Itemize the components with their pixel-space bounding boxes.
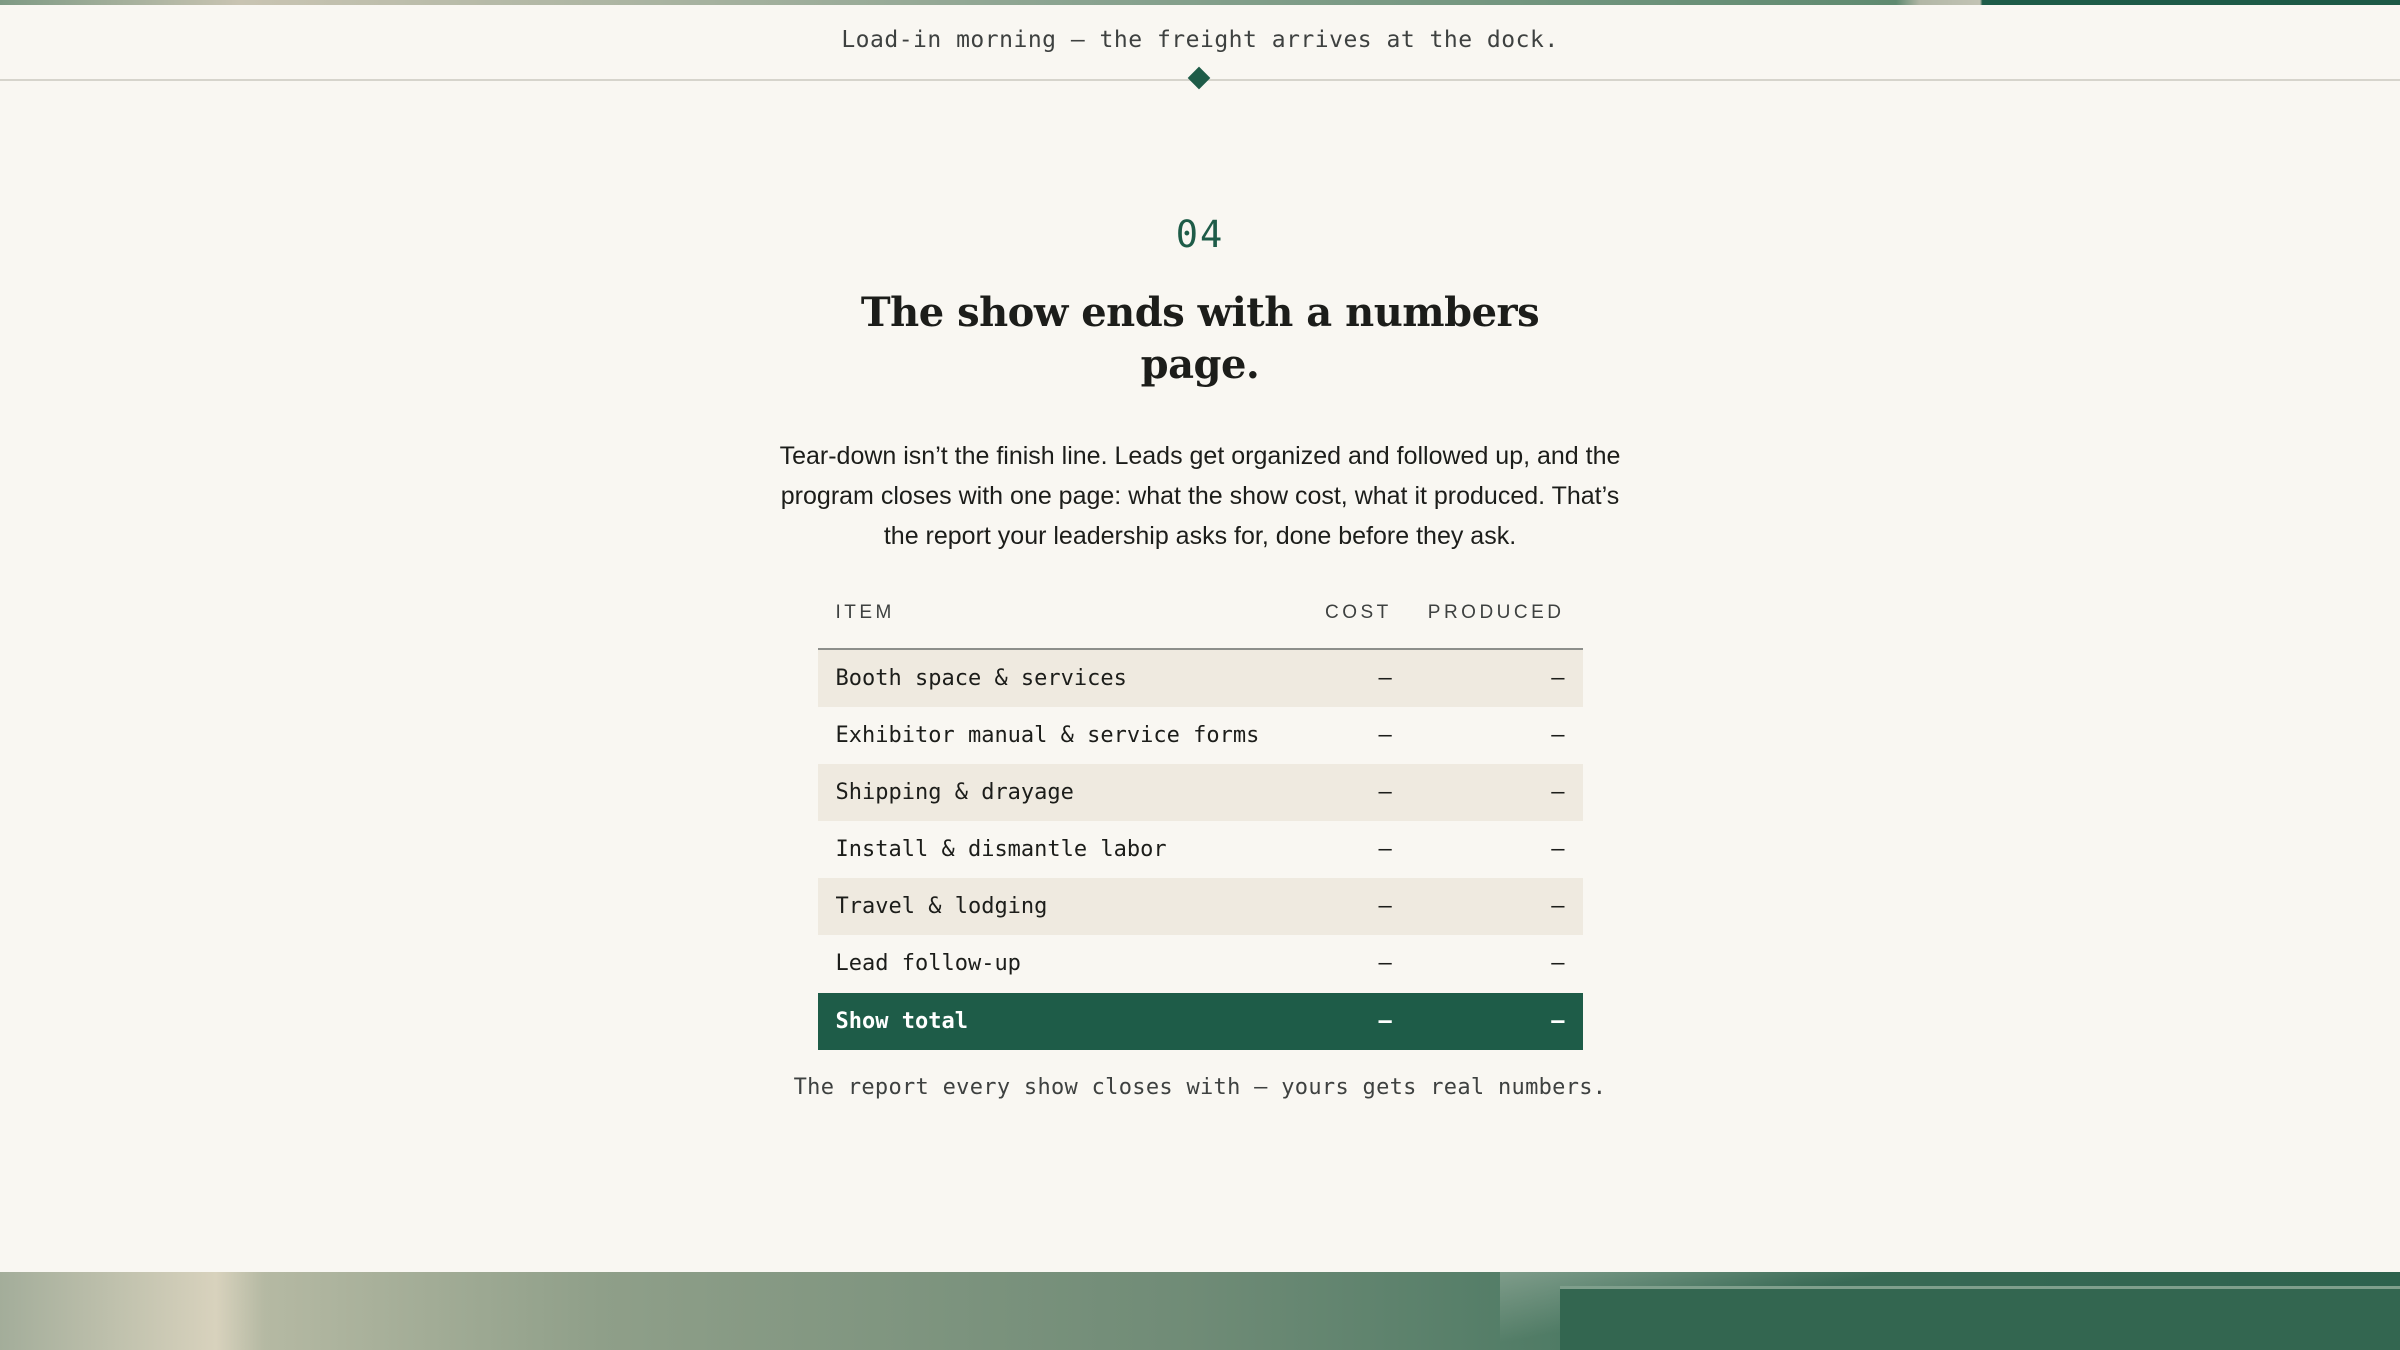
row-cost: — [1283, 878, 1410, 935]
table-row: Exhibitor manual & service forms — — [818, 707, 1583, 764]
row-produced: — [1551, 951, 1565, 976]
row-produced: — [1551, 723, 1565, 748]
column-header-produced: PRODUCED [1409, 598, 1583, 650]
row-item: Shipping & drayage [817, 764, 1284, 821]
row-cost: — [1378, 951, 1392, 976]
table-row: Travel & lodging — — [817, 878, 1583, 935]
row-produced: — [1409, 764, 1583, 821]
row-item: Booth space & services [817, 649, 1284, 707]
table-row: Shipping & drayage — — [817, 764, 1583, 821]
table-footnote: The report every show closes with — your… [793, 1075, 1607, 1100]
row-cost: — [1378, 837, 1392, 862]
row-item: Install & dismantle labor [835, 837, 1167, 862]
photo-building-wall [1560, 1286, 2400, 1350]
table-row: Install & dismantle labor — — [818, 821, 1583, 878]
row-produced: — [1409, 649, 1583, 707]
table-row: Lead follow-up — — [818, 935, 1583, 993]
row-cost: — [1378, 723, 1392, 748]
numbers-page-section: 04 The show ends with a numbers page. Te… [0, 200, 2400, 1100]
photo-caption: Load-in morning — the freight arrives at… [841, 27, 1559, 53]
total-item: Show total [817, 992, 1284, 1050]
column-header-item: ITEM [817, 598, 1284, 650]
step-number: 04 [1175, 213, 1225, 256]
row-item: Exhibitor manual & service forms [835, 723, 1260, 748]
row-item: Travel & lodging [817, 878, 1284, 935]
table-header-row: ITEM COST PRODUCED [817, 598, 1583, 650]
section-intro: Tear-down isn’t the finish line. Leads g… [779, 442, 1621, 550]
section-heading: The show ends with a numbers page. [860, 289, 1540, 388]
row-item: Lead follow-up [835, 951, 1021, 976]
row-produced: — [1551, 837, 1565, 862]
row-cost: — [1283, 764, 1410, 821]
total-produced: — [1409, 992, 1583, 1050]
column-header-cost: COST [1283, 598, 1410, 650]
row-produced: — [1409, 878, 1583, 935]
table-row: Booth space & services — — [817, 649, 1583, 707]
total-cost: — [1283, 992, 1410, 1050]
row-cost: — [1283, 649, 1410, 707]
table-total-row: Show total — — [817, 992, 1583, 1050]
bottom-photo [0, 1272, 2400, 1350]
cost-report-table: ITEM COST PRODUCED Booth space & service… [817, 598, 1583, 1050]
